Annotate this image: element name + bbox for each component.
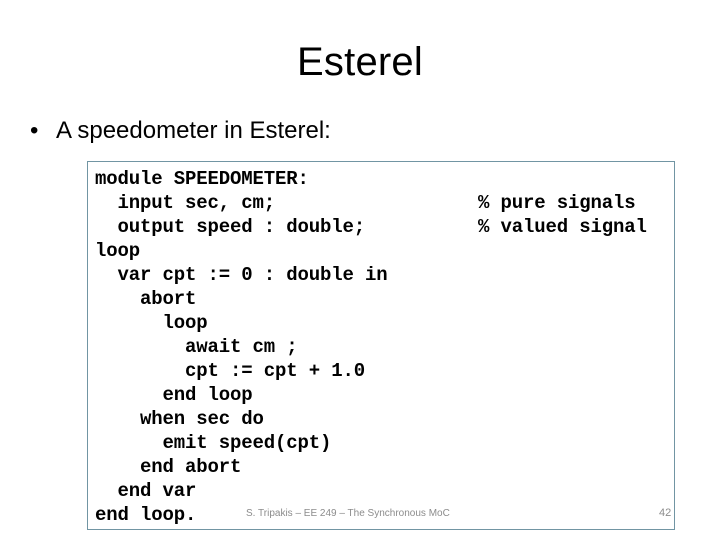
code-line: end abort (95, 455, 669, 479)
bullet-list-item: • A speedometer in Esterel: (30, 116, 690, 146)
code-line: loop (95, 239, 669, 263)
bullet-marker-icon: • (30, 117, 39, 144)
code-line-text: end var (95, 480, 197, 502)
code-line-text: end abort (95, 456, 242, 478)
code-line: end var (95, 479, 669, 503)
code-line-comment: % valued signal (478, 216, 647, 238)
bullet-item-label: A speedometer in Esterel: (56, 117, 331, 144)
code-line-text: emit speed(cpt) (95, 432, 332, 454)
code-line: await cm ; (95, 335, 669, 359)
code-line: abort (95, 287, 669, 311)
code-line-text: end loop (95, 384, 253, 406)
code-line: when sec do (95, 407, 669, 431)
code-line: emit speed(cpt) (95, 431, 669, 455)
page-title: Esterel (297, 40, 423, 84)
code-line-text: await cm ; (95, 336, 298, 358)
code-line-text: input sec, cm; (95, 192, 276, 214)
code-line: var cpt := 0 : double in (95, 263, 669, 287)
code-line-text: abort (95, 288, 197, 310)
code-line-text: loop (95, 312, 208, 334)
code-line: output speed : double; % valued signal (95, 215, 669, 239)
code-line-comment: % pure signals (478, 192, 636, 214)
code-listing: module SPEEDOMETER: input sec, cm; % pure… (95, 167, 669, 527)
code-line: module SPEEDOMETER: (95, 167, 669, 191)
code-line: loop (95, 311, 669, 335)
code-line-text: var cpt := 0 : double in (95, 264, 388, 286)
code-block-panel: module SPEEDOMETER: input sec, cm; % pure… (87, 161, 675, 530)
code-line-text: output speed : double; (95, 216, 366, 238)
code-line-text: end loop. (95, 504, 197, 526)
code-line: end loop (95, 383, 669, 407)
code-line-text: when sec do (95, 408, 264, 430)
page-number-label: 42 (659, 507, 672, 519)
code-line: cpt := cpt + 1.0 (95, 359, 669, 383)
code-line-text: module SPEEDOMETER: (95, 168, 309, 190)
code-line-text: cpt := cpt + 1.0 (95, 360, 366, 382)
slide-canvas: Esterel • A speedometer in Esterel: modu… (0, 0, 720, 540)
code-line-text: loop (95, 240, 141, 262)
code-line: input sec, cm; % pure signals (95, 191, 669, 215)
footer-credit-text: S. Tripakis – EE 249 – The Synchronous M… (246, 508, 450, 519)
